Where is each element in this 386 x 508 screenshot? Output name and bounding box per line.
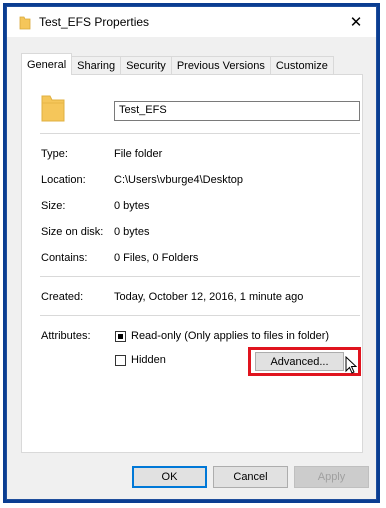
size-label: Size: xyxy=(41,200,66,212)
created-label: Created: xyxy=(41,291,84,303)
type-label: Type: xyxy=(41,148,68,160)
close-button[interactable]: ✕ xyxy=(336,7,376,37)
location-value: C:\Users\vburge4\Desktop xyxy=(114,174,243,186)
tab-customize[interactable]: Customize xyxy=(269,56,334,75)
divider xyxy=(40,276,360,277)
ok-button[interactable]: OK xyxy=(132,466,207,488)
size-on-disk-value: 0 bytes xyxy=(114,226,150,238)
tab-sharing[interactable]: Sharing xyxy=(71,56,122,75)
contains-label: Contains: xyxy=(41,252,88,264)
tab-security[interactable]: Security xyxy=(120,56,172,75)
apply-button[interactable]: Apply xyxy=(294,466,369,488)
attributes-label: Attributes: xyxy=(41,330,91,342)
tab-previous-versions[interactable]: Previous Versions xyxy=(170,56,271,75)
folder-icon xyxy=(41,95,65,122)
type-value: File folder xyxy=(114,148,163,160)
mouse-pointer-icon xyxy=(345,356,357,374)
general-tab-panel: Test_EFS Type: File folder Location: C:\… xyxy=(21,74,363,453)
divider xyxy=(40,315,360,316)
cancel-button[interactable]: Cancel xyxy=(213,466,288,488)
size-on-disk-label: Size on disk: xyxy=(41,226,104,238)
close-icon: ✕ xyxy=(349,14,363,31)
window-title: Test_EFS Properties xyxy=(39,15,150,29)
readonly-checkbox[interactable] xyxy=(115,331,126,342)
tab-strip: General Sharing Security Previous Versio… xyxy=(21,53,334,75)
contains-value: 0 Files, 0 Folders xyxy=(114,252,199,264)
divider xyxy=(40,133,360,134)
folder-icon xyxy=(19,16,31,30)
advanced-button[interactable]: Advanced... xyxy=(255,352,344,371)
title-bar[interactable]: Test_EFS Properties ✕ xyxy=(7,7,376,37)
folder-name-input[interactable]: Test_EFS xyxy=(114,101,360,121)
tab-general[interactable]: General xyxy=(21,53,73,75)
size-value: 0 bytes xyxy=(114,200,150,212)
readonly-label[interactable]: Read-only (Only applies to files in fold… xyxy=(131,330,329,342)
created-value: Today, October 12, 2016, 1 minute ago xyxy=(114,291,304,303)
properties-dialog: Test_EFS Properties ✕ General Sharing Se… xyxy=(6,6,377,500)
hidden-checkbox[interactable] xyxy=(115,355,126,366)
location-label: Location: xyxy=(41,174,86,186)
hidden-label[interactable]: Hidden xyxy=(131,354,166,366)
